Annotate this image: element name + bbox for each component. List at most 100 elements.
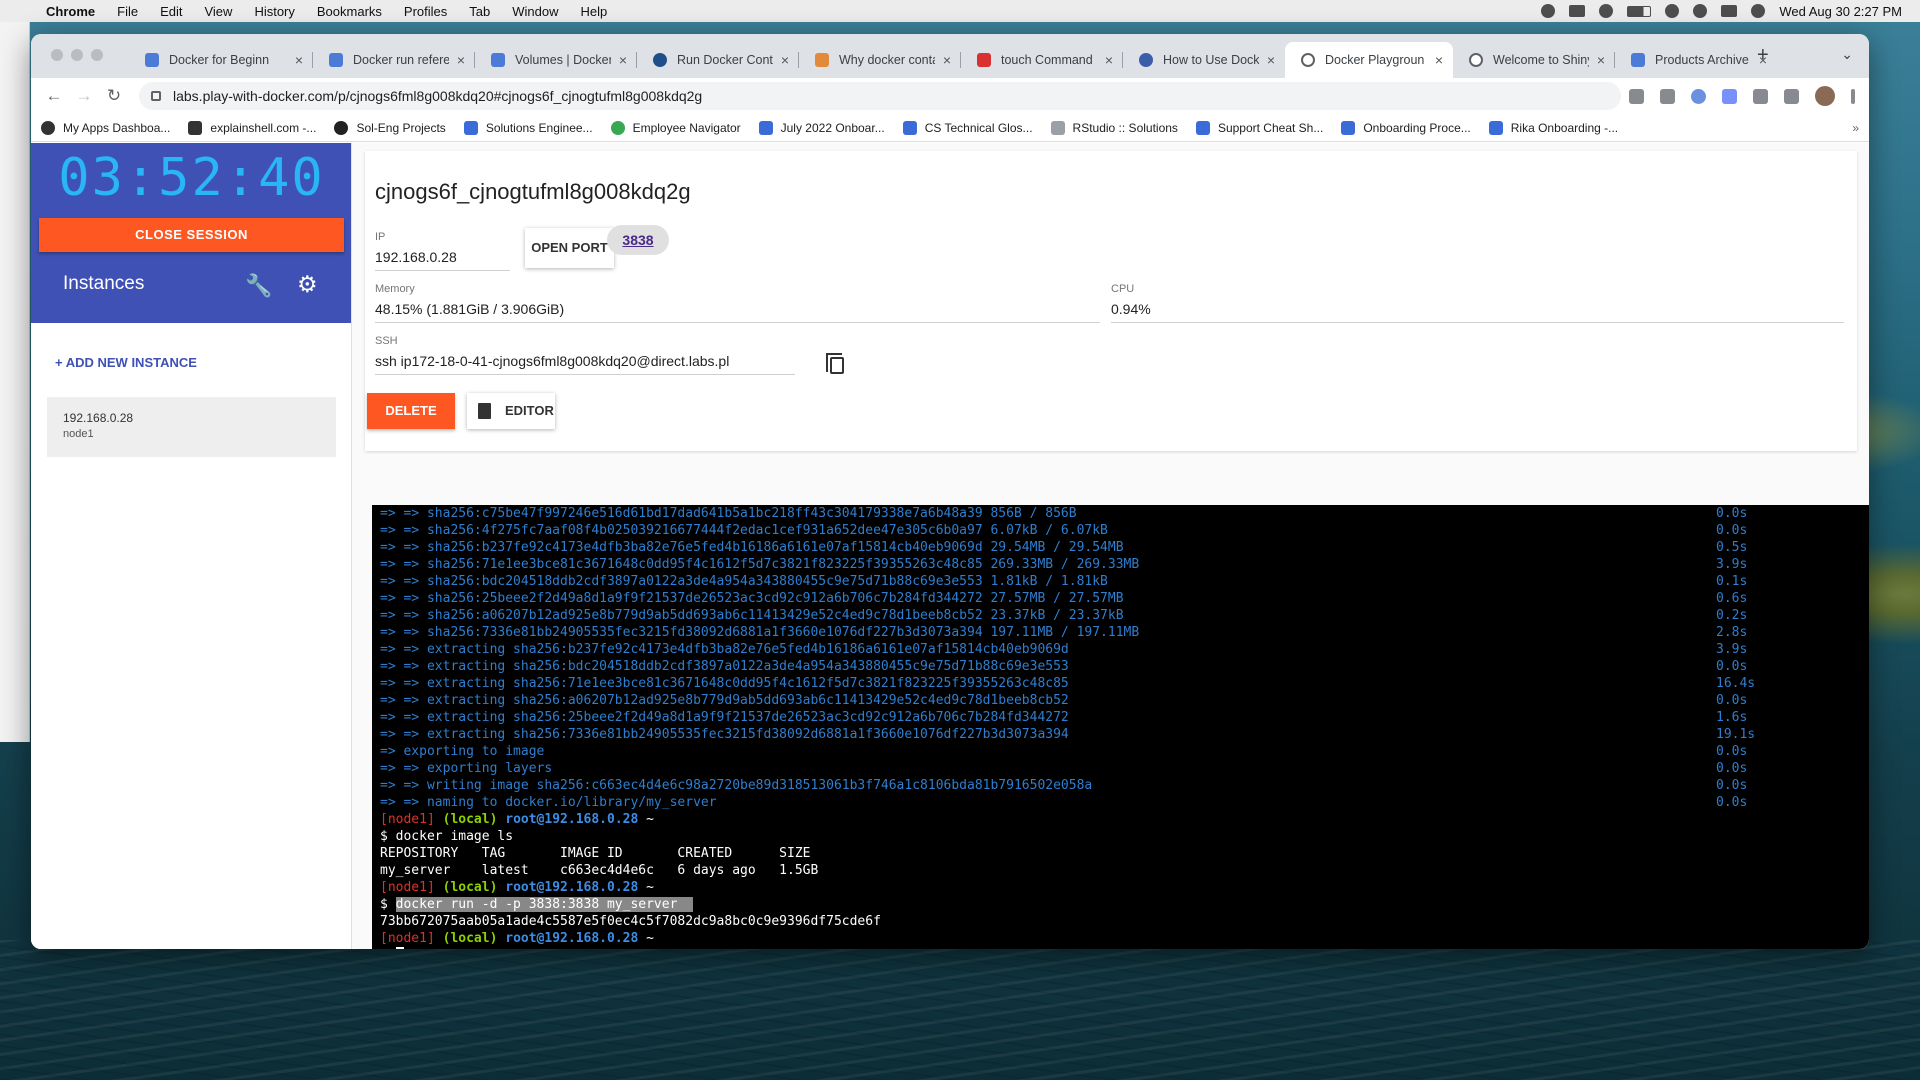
ssh-command-field[interactable]: ssh ip172-18-0-41-cjnogs6fml8g008kdq20@d… [375, 353, 795, 375]
share-icon[interactable] [1629, 88, 1644, 104]
tab-close-icon[interactable]: × [1435, 52, 1443, 68]
selected-command-text[interactable]: docker run -d -p 3838:3838 my_server [395, 897, 694, 912]
tab-how-to-use-docker[interactable]: How to Use Dock × [1123, 42, 1285, 78]
macos-menu-bar: Chrome File Edit View History Bookmarks … [0, 0, 1920, 22]
image-table-row: my_server latest c663ec4d4e6c 6 days ago… [380, 863, 819, 878]
wrench-icon[interactable]: 🔧 [245, 273, 272, 299]
tab-close-icon[interactable]: × [619, 52, 627, 68]
add-new-instance-button[interactable]: + ADD NEW INSTANCE [55, 355, 197, 370]
build-output-line: => => sha256:4f275fc7aaf08f4b02503921667… [380, 523, 1748, 538]
site-favicon-icon [653, 53, 667, 67]
tab-close-icon[interactable]: × [1105, 52, 1113, 68]
bookmark-solutions-engineering[interactable]: Solutions Enginee... [463, 120, 593, 135]
tab-docker-for-beginners[interactable]: Docker for Beginn × [129, 42, 313, 78]
menu-file[interactable]: File [117, 4, 138, 19]
tab-docker-playground-active[interactable]: Docker Playgroun × [1285, 42, 1453, 78]
tab-close-icon[interactable]: × [1267, 52, 1275, 68]
menu-bookmarks[interactable]: Bookmarks [317, 4, 382, 19]
terminal-input-line[interactable]: $ [372, 947, 1869, 949]
bookmark-rstudio-solutions[interactable]: RStudio :: Solutions [1050, 120, 1178, 135]
tab-close-icon[interactable]: × [457, 52, 465, 68]
grid-icon [1050, 120, 1065, 135]
menu-app-name[interactable]: Chrome [46, 4, 95, 19]
kebab-menu-icon[interactable] [1851, 88, 1855, 104]
menu-tab[interactable]: Tab [469, 4, 490, 19]
bookmark-cs-technical-glossary[interactable]: CS Technical Glos... [902, 120, 1033, 135]
minimize-window-button[interactable] [71, 49, 83, 61]
editor-button[interactable]: EDITOR [467, 393, 555, 429]
build-output: => => sha256:c75be47f997246e516d61bd17da… [372, 505, 1869, 811]
tab-docker-run-reference[interactable]: Docker run refere × [313, 42, 475, 78]
menubar-clock[interactable]: Wed Aug 30 2:27 PM [1779, 4, 1902, 19]
tab-products-archive[interactable]: Products Archive × [1615, 42, 1777, 78]
menu-edit[interactable]: Edit [160, 4, 182, 19]
creative-cloud-icon[interactable] [1541, 4, 1556, 18]
tab-volumes-docker[interactable]: Volumes | Docker × [475, 42, 637, 78]
bookmark-my-apps[interactable]: My Apps Dashboa... [41, 120, 170, 135]
gear-icon[interactable]: ⚙ [297, 271, 318, 298]
bookmark-onboarding-process[interactable]: Onboarding Proce... [1341, 120, 1471, 135]
bookmark-employee-navigator[interactable]: Employee Navigator [610, 120, 741, 135]
back-arrow-icon[interactable]: ← [39, 86, 69, 106]
side-panel-icon[interactable] [1784, 88, 1799, 104]
menu-help[interactable]: Help [581, 4, 608, 19]
puzzle-extensions-icon[interactable] [1753, 88, 1768, 104]
docker-favicon-icon [491, 53, 505, 67]
tab-why-docker-container[interactable]: Why docker conta × [799, 42, 961, 78]
tab-touch-command[interactable]: touch Command × [961, 42, 1123, 78]
image-table-header: REPOSITORY TAG IMAGE ID CREATED SIZE [380, 846, 811, 861]
url-text[interactable]: labs.play-with-docker.com/p/cjnogs6fml8g… [173, 88, 702, 104]
tab-welcome-to-shiny[interactable]: Welcome to Shiny × [1453, 42, 1615, 78]
control-center-icon[interactable] [1721, 5, 1738, 17]
instance-list-item[interactable]: 192.168.0.28 node1 [47, 397, 336, 457]
delete-button[interactable]: DELETE [367, 393, 455, 429]
extension-icon[interactable] [1691, 88, 1706, 104]
address-bar[interactable]: labs.play-with-docker.com/p/cjnogs6fml8g… [139, 82, 1621, 110]
tab-close-icon[interactable]: × [943, 52, 951, 68]
reload-icon[interactable]: ↻ [99, 86, 129, 106]
menu-window[interactable]: Window [512, 4, 558, 19]
open-port-button[interactable]: OPEN PORT [525, 228, 614, 268]
extension-status-icon[interactable] [1599, 4, 1614, 18]
forward-arrow-icon[interactable]: → [69, 86, 99, 106]
terminal[interactable]: => => sha256:c75be47f997246e516d61bd17da… [372, 505, 1869, 949]
tab-search-chevron-icon[interactable]: ⌄ [1841, 46, 1853, 63]
bookmark-sol-eng-projects[interactable]: Sol-Eng Projects [334, 120, 446, 135]
menu-profiles[interactable]: Profiles [404, 4, 447, 19]
confluence-icon [1195, 120, 1210, 135]
bookmark-rika-onboarding[interactable]: Rika Onboarding -... [1488, 120, 1618, 135]
copy-icon[interactable] [826, 353, 844, 374]
menu-history[interactable]: History [254, 4, 294, 19]
new-tab-button[interactable]: + [1757, 44, 1769, 67]
window-controls [51, 49, 103, 61]
lock-icon[interactable] [151, 91, 161, 101]
close-window-button[interactable] [51, 49, 63, 61]
bookmark-star-icon[interactable] [1660, 88, 1675, 104]
menu-view[interactable]: View [204, 4, 232, 19]
close-session-button[interactable]: CLOSE SESSION [39, 218, 344, 252]
zoom-window-button[interactable] [91, 49, 103, 61]
wifi-icon[interactable] [1665, 4, 1680, 18]
extension-icon[interactable] [1722, 88, 1737, 104]
instance-name: node1 [63, 428, 94, 440]
ip-label: IP [375, 231, 386, 243]
bookmark-explainshell[interactable]: explainshell.com -... [188, 120, 316, 135]
tab-run-docker-container[interactable]: Run Docker Conta × [637, 42, 799, 78]
terminal-command-line: $ docker image ls [380, 829, 514, 844]
profile-avatar[interactable] [1815, 86, 1835, 106]
tab-close-icon[interactable]: × [781, 52, 789, 68]
tab-close-icon[interactable]: × [1597, 52, 1605, 68]
sidebar-toggle-icon[interactable] [1569, 5, 1586, 17]
instances-sidebar: 03:52:40 CLOSE SESSION Instances 🔧 ⚙ + A… [31, 143, 352, 949]
bookmark-july-onboarding[interactable]: July 2022 Onboar... [758, 120, 885, 135]
terminal-prompt-line: [node1] (local) root@192.168.0.28 ~ [380, 931, 654, 946]
battery-icon[interactable] [1627, 5, 1652, 17]
port-3838-link[interactable]: 3838 [607, 225, 669, 255]
spotlight-search-icon[interactable] [1693, 4, 1708, 18]
tab-close-icon[interactable]: × [295, 52, 303, 68]
background-window[interactable] [0, 22, 30, 742]
siri-icon[interactable] [1751, 4, 1766, 18]
build-output-line: => => sha256:25beee2f2d49a8d1a9f9f21537d… [380, 591, 1748, 606]
more-bookmarks-icon[interactable]: » [1852, 121, 1859, 135]
bookmark-support-cheat-sheet[interactable]: Support Cheat Sh... [1195, 120, 1323, 135]
